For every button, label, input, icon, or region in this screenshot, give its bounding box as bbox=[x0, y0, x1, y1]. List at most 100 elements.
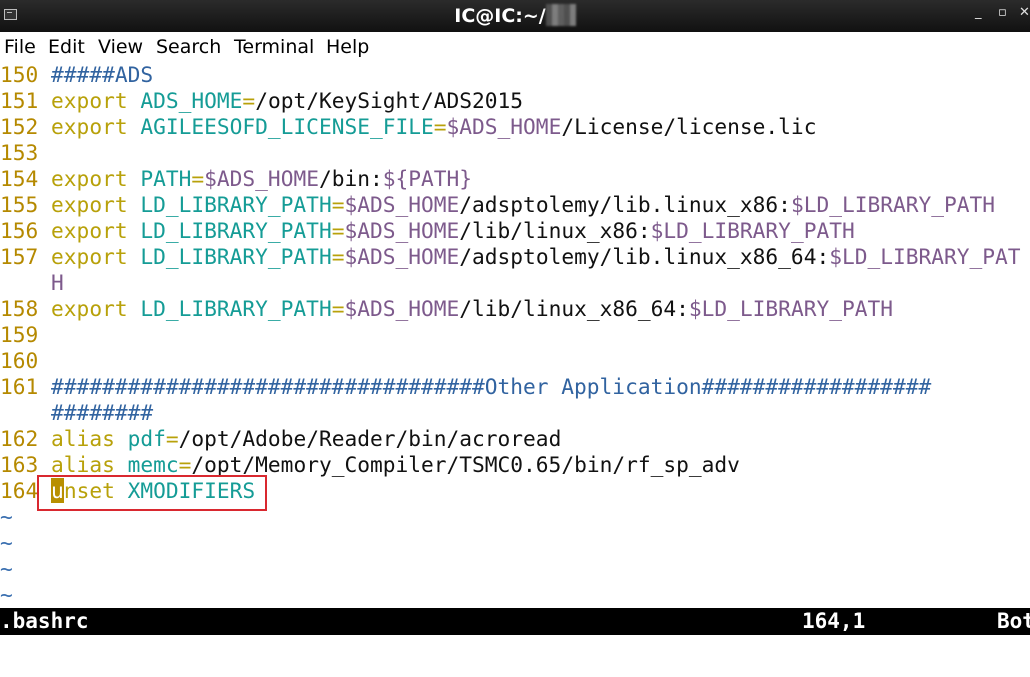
code-token: $ADS_HOME bbox=[446, 114, 562, 139]
code-token: $ADS_HOME bbox=[344, 296, 460, 321]
line-number: 150 bbox=[0, 62, 39, 87]
empty-line-tilde[interactable]: ~ bbox=[0, 582, 13, 608]
status-cursor-position: 164,1 bbox=[802, 609, 866, 633]
code-token: export bbox=[51, 218, 128, 243]
code-token: = bbox=[191, 166, 205, 191]
code-line[interactable]: ######## bbox=[0, 400, 153, 426]
status-filename: .bashrc bbox=[0, 609, 89, 633]
code-token: /lib/linux_x86_64: bbox=[459, 296, 689, 321]
menu-edit[interactable]: Edit bbox=[48, 36, 85, 58]
menu-help[interactable]: Help bbox=[326, 36, 369, 58]
code-token: ${PATH} bbox=[382, 166, 473, 191]
line-number: 154 bbox=[0, 166, 39, 191]
code-line[interactable]: 152 export AGILEESOFD_LICENSE_FILE=$ADS_… bbox=[0, 114, 816, 140]
window-title: IC@IC:~/ bbox=[0, 4, 1030, 27]
code-token: $ADS_HOME bbox=[344, 192, 460, 217]
code-token: export bbox=[51, 88, 128, 113]
vim-status-line: .bashrc 164,1 Bot bbox=[0, 608, 1030, 635]
maximize-button[interactable]: ▫ bbox=[998, 5, 1007, 20]
line-number: 157 bbox=[0, 244, 39, 269]
code-line[interactable]: 160 bbox=[0, 348, 51, 374]
menu-view[interactable]: View bbox=[98, 36, 143, 58]
code-token: $LD_LIBRARY_PATH bbox=[650, 218, 855, 243]
code-token: /opt/Memory_Compiler/TSMC0.65/bin/rf_sp_… bbox=[191, 452, 740, 477]
code-token: /lib/linux_x86: bbox=[459, 218, 651, 243]
code-line[interactable]: 162 alias pdf=/opt/Adobe/Reader/bin/acro… bbox=[0, 426, 561, 452]
code-token: = bbox=[331, 218, 345, 243]
code-token: AGILEESOFD_LICENSE_FILE bbox=[140, 114, 434, 139]
code-token: export bbox=[51, 114, 128, 139]
code-token: /adsptolemy/lib.linux_x86: bbox=[459, 192, 791, 217]
code-line[interactable]: 150 #####ADS bbox=[0, 62, 153, 88]
code-token: = bbox=[331, 296, 345, 321]
code-line[interactable]: 156 export LD_LIBRARY_PATH=$ADS_HOME/lib… bbox=[0, 218, 855, 244]
empty-line-tilde[interactable]: ~ bbox=[0, 504, 13, 530]
code-line[interactable]: H bbox=[0, 270, 64, 296]
code-token: $LD_LIBRARY_PATH bbox=[790, 192, 996, 217]
menu-terminal[interactable]: Terminal bbox=[234, 36, 314, 58]
code-token: /License/license.lic bbox=[561, 114, 817, 139]
line-number: 164 bbox=[0, 478, 39, 503]
code-line[interactable]: 154 export PATH=$ADS_HOME/bin:${PATH} bbox=[0, 166, 472, 192]
code-token: /adsptolemy/lib.linux_x86_64: bbox=[459, 244, 830, 269]
code-token: /opt/Adobe/Reader/bin/acroread bbox=[178, 426, 562, 451]
line-number: 163 bbox=[0, 452, 39, 477]
vim-editor-area[interactable]: 150 #####ADS 151 export ADS_HOME=/opt/Key… bbox=[0, 62, 1030, 608]
code-line[interactable]: 159 bbox=[0, 322, 51, 348]
line-number: 152 bbox=[0, 114, 39, 139]
code-token: $ADS_HOME bbox=[204, 166, 319, 191]
code-token: $LD_LIBRARY_PAT bbox=[829, 244, 1021, 269]
code-token: memc bbox=[127, 452, 179, 477]
code-token: #####ADS bbox=[51, 62, 154, 87]
code-token: export bbox=[51, 296, 128, 321]
redacted-path-blur bbox=[545, 4, 576, 26]
code-token: LD_LIBRARY_PATH bbox=[140, 244, 332, 269]
code-token: ADS_HOME bbox=[140, 88, 243, 113]
menu-file[interactable]: File bbox=[4, 36, 36, 58]
code-token: alias bbox=[51, 426, 115, 451]
empty-line-tilde[interactable]: ~ bbox=[0, 530, 13, 556]
code-line[interactable]: 155 export LD_LIBRARY_PATH=$ADS_HOME/ads… bbox=[0, 192, 995, 218]
code-token: pdf bbox=[127, 426, 166, 451]
code-line[interactable]: 153 bbox=[0, 140, 51, 166]
code-token: $ADS_HOME bbox=[344, 218, 460, 243]
close-button[interactable]: ✕ bbox=[1019, 5, 1030, 20]
code-token: = bbox=[331, 192, 345, 217]
tilde-marker: ~ bbox=[0, 582, 13, 607]
code-token: export bbox=[51, 166, 128, 191]
empty-line-tilde[interactable]: ~ bbox=[0, 556, 13, 582]
code-token: /bin: bbox=[318, 166, 383, 191]
line-number: 161 bbox=[0, 374, 39, 399]
menu-search[interactable]: Search bbox=[156, 36, 221, 58]
window-titlebar[interactable]: IC@IC:~/ _ ▫ ✕ bbox=[0, 0, 1030, 32]
line-number: 162 bbox=[0, 426, 39, 451]
line-number: 158 bbox=[0, 296, 39, 321]
code-token: $LD_LIBRARY_PATH bbox=[688, 296, 893, 321]
window-title-text: IC@IC:~/ bbox=[454, 5, 546, 27]
line-number: 159 bbox=[0, 322, 39, 347]
code-line[interactable]: 161 ##################################Ot… bbox=[0, 374, 931, 400]
code-line[interactable]: 157 export LD_LIBRARY_PATH=$ADS_HOME/ads… bbox=[0, 244, 1021, 270]
code-token: LD_LIBRARY_PATH bbox=[140, 218, 332, 243]
code-token: export bbox=[51, 192, 128, 217]
tilde-marker: ~ bbox=[0, 556, 13, 581]
line-number: 156 bbox=[0, 218, 39, 243]
code-token: = bbox=[165, 426, 179, 451]
code-token: $ADS_HOME bbox=[344, 244, 460, 269]
minimize-button[interactable]: _ bbox=[975, 5, 982, 20]
code-line[interactable]: 158 export LD_LIBRARY_PATH=$ADS_HOME/lib… bbox=[0, 296, 893, 322]
code-token: alias bbox=[51, 452, 115, 477]
code-token: ##################################Other … bbox=[51, 374, 932, 399]
line-number: 151 bbox=[0, 88, 39, 113]
code-token: /opt/KeySight/ADS2015 bbox=[255, 88, 524, 113]
code-line[interactable]: 151 export ADS_HOME=/opt/KeySight/ADS201… bbox=[0, 88, 523, 114]
code-token: PATH bbox=[140, 166, 192, 191]
